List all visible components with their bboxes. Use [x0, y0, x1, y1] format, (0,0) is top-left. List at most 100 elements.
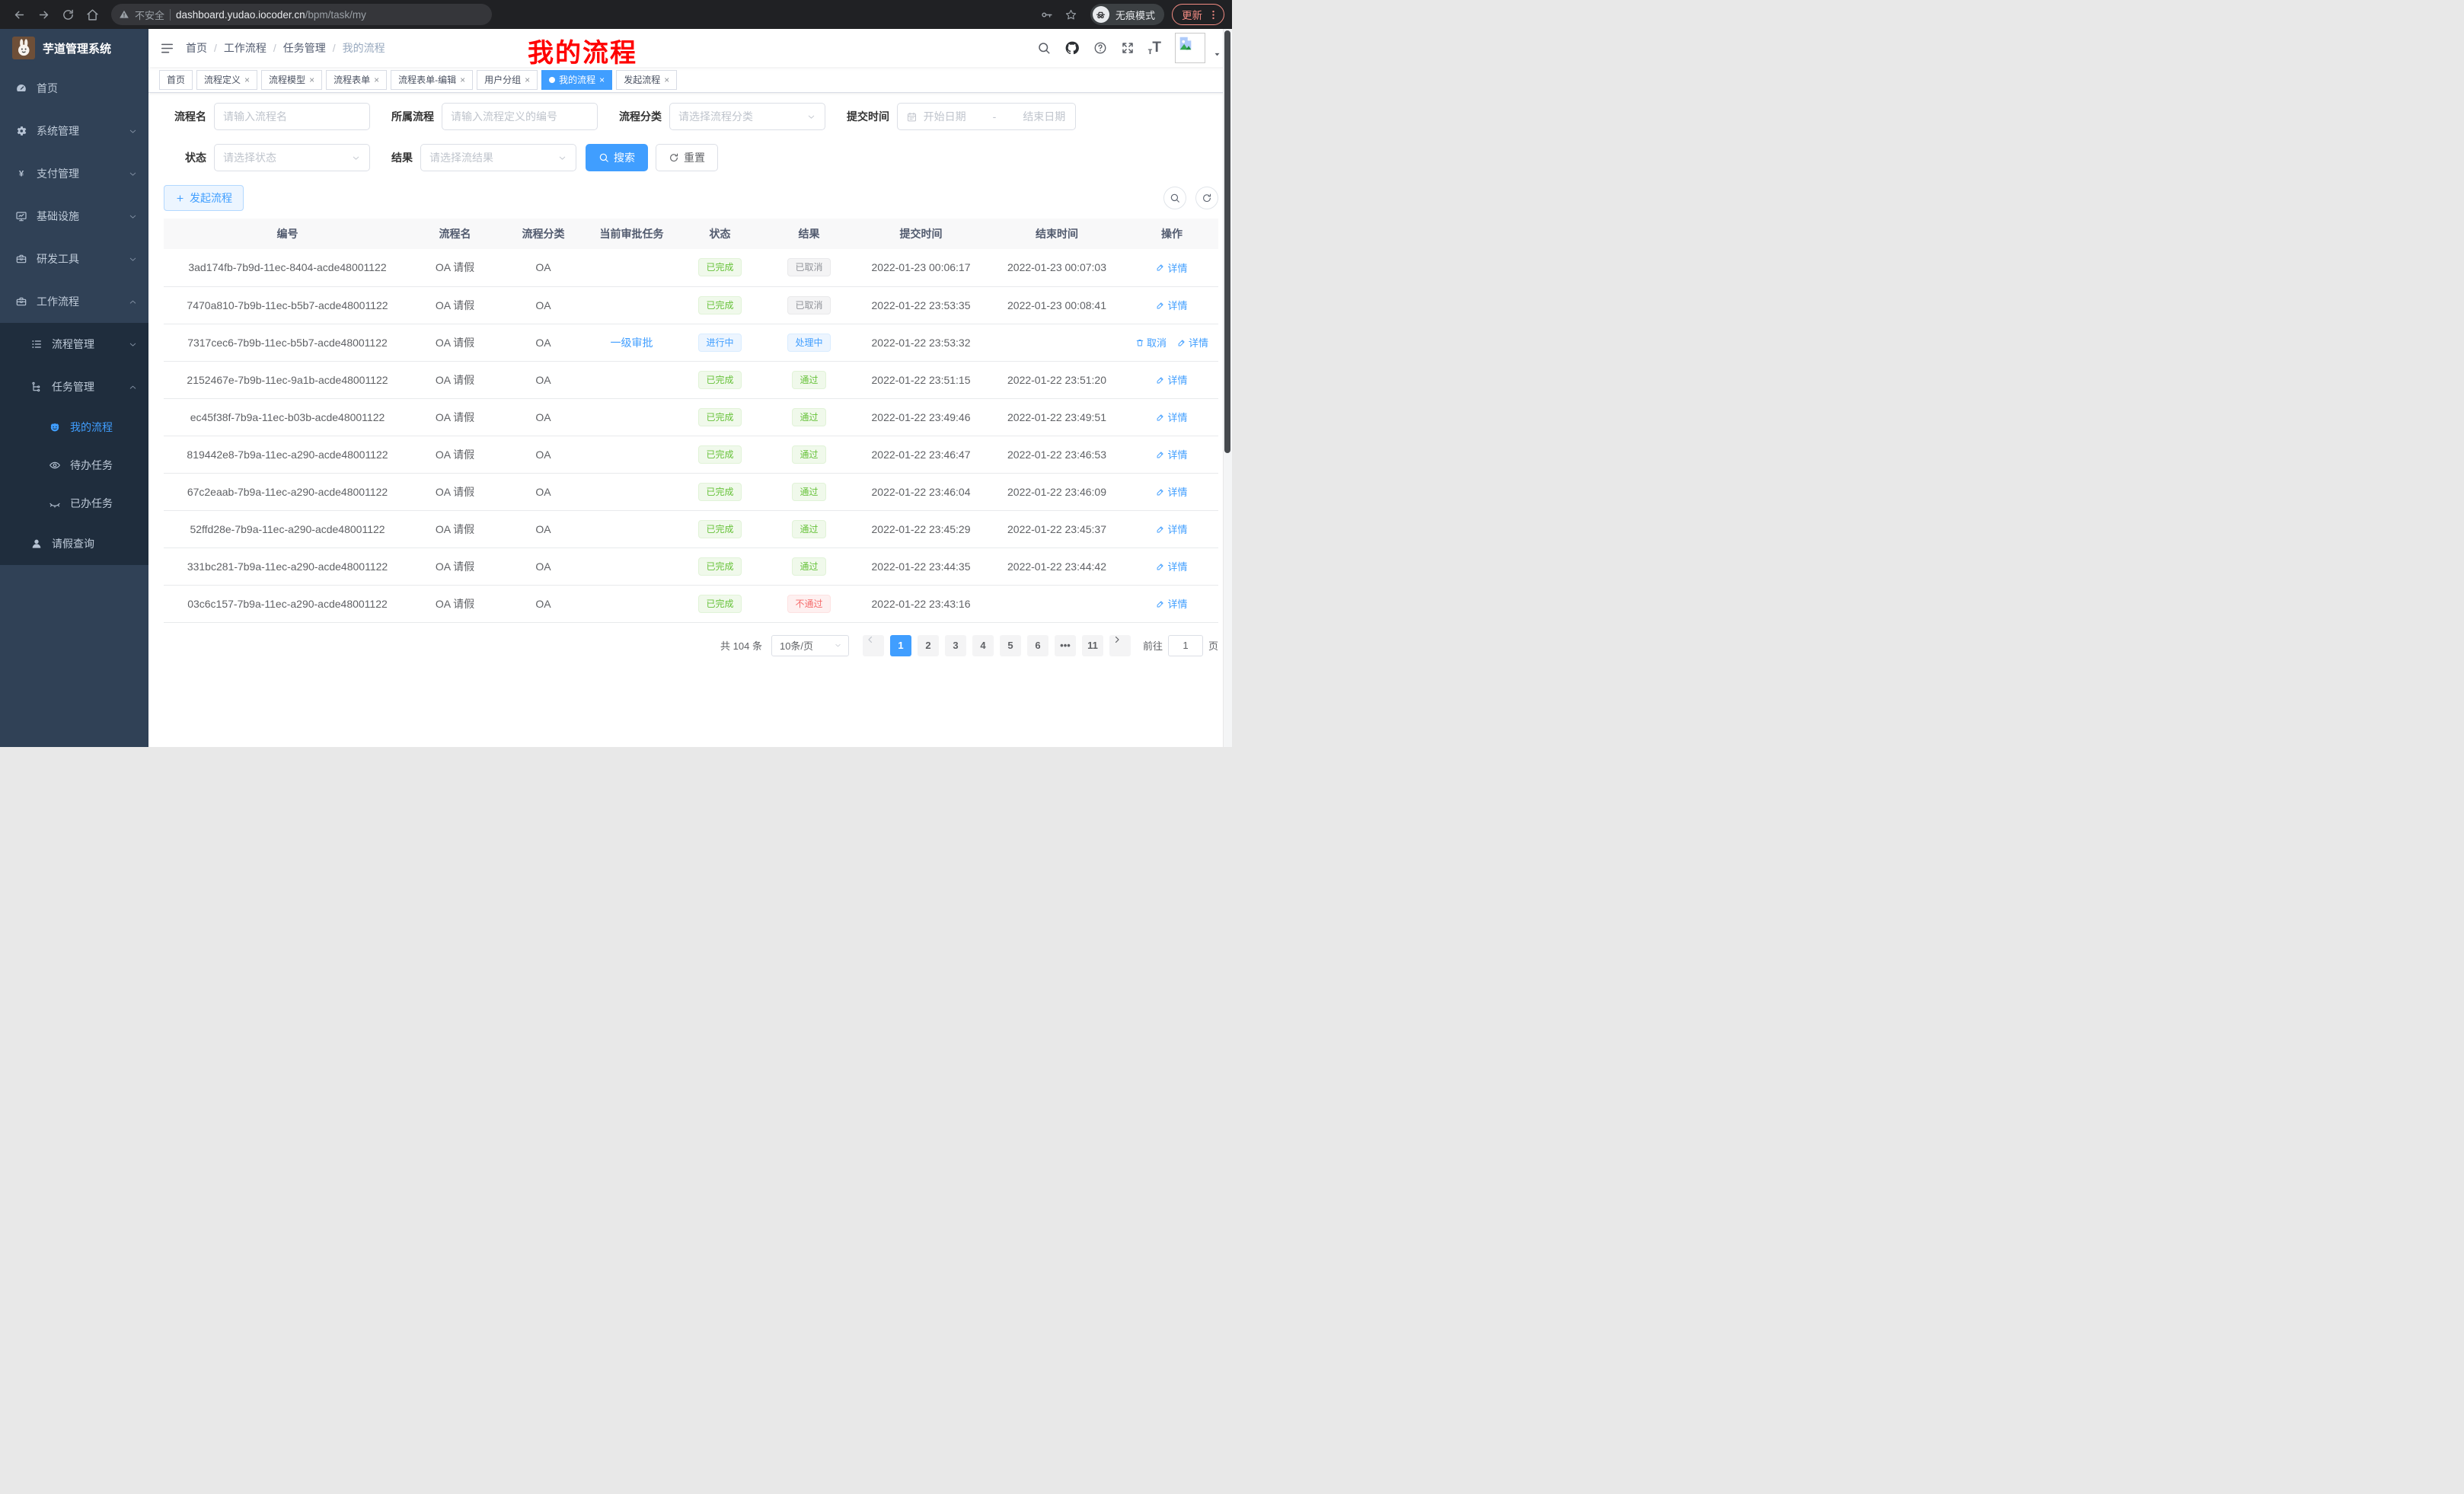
action-detail[interactable]: 详情	[1177, 335, 1208, 350]
date-range-picker[interactable]: 开始日期 - 结束日期	[897, 103, 1076, 130]
action-detail[interactable]: 详情	[1156, 410, 1187, 424]
search-button[interactable]: 搜索	[586, 144, 648, 171]
action-cancel[interactable]: 取消	[1135, 335, 1167, 350]
scrollbar-thumb[interactable]	[1224, 30, 1230, 453]
breadcrumb-separator: /	[273, 42, 276, 54]
action-detail[interactable]: 详情	[1156, 298, 1187, 312]
status-tag: 已完成	[698, 520, 741, 538]
page-button-2[interactable]: 2	[918, 635, 939, 656]
reset-button[interactable]: 重置	[656, 144, 718, 171]
tab-close-icon[interactable]: ×	[664, 75, 669, 85]
action-detail[interactable]: 详情	[1156, 447, 1187, 461]
tab-home[interactable]: 首页	[159, 70, 193, 90]
key-icon[interactable]	[1036, 3, 1058, 26]
tab-process-form[interactable]: 流程表单 ×	[326, 70, 387, 90]
sidebar-item-todo-tasks[interactable]: 待办任务	[0, 446, 148, 484]
tree-icon	[30, 381, 43, 393]
search-icon[interactable]	[1037, 41, 1051, 55]
page-size-select[interactable]: 10条/页	[771, 635, 849, 656]
tab-process-model[interactable]: 流程模型×	[261, 70, 322, 90]
browser-back-icon[interactable]	[8, 3, 30, 26]
page-button-5[interactable]: 5	[1000, 635, 1021, 656]
filter-row-1: 流程名 所属流程 流程分类 请选择流程分类	[164, 103, 1218, 130]
tab-close-icon[interactable]: ×	[374, 75, 379, 85]
sidebar: 芋道管理系统 首页系统管理¥支付管理基础设施研发工具工作流程流程管理任务管理我的…	[0, 29, 148, 747]
sidebar-item-process-mgmt[interactable]: 流程管理	[0, 323, 148, 366]
tab-close-icon[interactable]: ×	[599, 75, 605, 85]
address-bar[interactable]: 不安全 dashboard.yudao.iocoder.cn/bpm/task/…	[111, 4, 492, 25]
goto-page-input[interactable]	[1168, 635, 1203, 656]
page-button-1[interactable]: 1	[890, 635, 911, 656]
tab-process-form-edit[interactable]: 流程表单-编辑×	[391, 70, 473, 90]
fullscreen-icon[interactable]	[1121, 41, 1135, 55]
avatar[interactable]	[1175, 33, 1205, 63]
pager-prev-button[interactable]	[863, 635, 884, 656]
sidebar-item-infrastructure[interactable]: 基础设施	[0, 195, 148, 238]
category-select[interactable]: 请选择流程分类	[669, 103, 825, 130]
sidebar-item-workflow[interactable]: 工作流程	[0, 280, 148, 323]
result-select[interactable]: 请选择流结果	[420, 144, 576, 171]
create-process-button[interactable]: 发起流程	[164, 185, 244, 211]
action-detail[interactable]: 详情	[1156, 522, 1187, 536]
sidebar-item-payment[interactable]: ¥支付管理	[0, 152, 148, 195]
tab-label: 流程表单	[334, 73, 370, 86]
filter-label-submit-time: 提交时间	[847, 109, 889, 124]
browser-forward-icon[interactable]	[32, 3, 55, 26]
action-detail[interactable]: 详情	[1156, 372, 1187, 387]
pager-more-button[interactable]: •••	[1055, 635, 1076, 656]
browser-reload-icon[interactable]	[56, 3, 79, 26]
task-link[interactable]: 一级审批	[611, 337, 653, 349]
tab-process-definition[interactable]: 流程定义×	[196, 70, 257, 90]
tab-close-icon[interactable]: ×	[309, 75, 314, 85]
breadcrumb-item[interactable]: 任务管理	[283, 40, 326, 56]
update-button[interactable]: 更新	[1172, 4, 1224, 25]
sidebar-item-system[interactable]: 系统管理	[0, 110, 148, 152]
page-button-3[interactable]: 3	[945, 635, 966, 656]
breadcrumb-item[interactable]: 首页	[186, 40, 207, 56]
tab-close-icon[interactable]: ×	[525, 75, 530, 85]
bookmark-star-icon[interactable]	[1060, 3, 1083, 26]
tab-close-icon[interactable]: ×	[460, 75, 465, 85]
browser-home-icon[interactable]	[81, 3, 104, 26]
sidebar-item-done-tasks[interactable]: 已办任务	[0, 484, 148, 522]
action-detail[interactable]: 详情	[1156, 260, 1187, 275]
refresh-table-button[interactable]	[1195, 187, 1218, 209]
process-definition-input[interactable]	[442, 103, 598, 130]
toggle-search-button[interactable]	[1163, 187, 1186, 209]
tab-my-process[interactable]: 我的流程×	[541, 70, 612, 90]
sidebar-item-home[interactable]: 首页	[0, 67, 148, 110]
page-button-4[interactable]: 4	[972, 635, 994, 656]
cell-actions: 详情	[1125, 286, 1218, 324]
font-size-icon[interactable]: тT	[1148, 40, 1162, 56]
cell-result: 通过	[764, 436, 854, 473]
page-button-11[interactable]: 11	[1082, 635, 1103, 656]
tab-create-process[interactable]: 发起流程×	[616, 70, 677, 90]
github-icon[interactable]	[1064, 40, 1080, 56]
browser-menu-icon[interactable]	[1205, 3, 1221, 26]
sidebar-item-devtools[interactable]: 研发工具	[0, 238, 148, 280]
action-detail[interactable]: 详情	[1156, 559, 1187, 573]
help-icon[interactable]	[1093, 41, 1107, 55]
avatar-caret-icon[interactable]	[1213, 50, 1221, 59]
page-button-6[interactable]: 6	[1027, 635, 1048, 656]
sidebar-item-leave-query[interactable]: 请假查询	[0, 522, 148, 565]
hamburger-icon[interactable]	[148, 41, 186, 56]
sidebar-item-task-mgmt[interactable]: 任务管理	[0, 366, 148, 408]
status-select[interactable]: 请选择状态	[214, 144, 370, 171]
create-process-label: 发起流程	[190, 190, 232, 206]
tab-user-group[interactable]: 用户分组×	[477, 70, 538, 90]
action-detail[interactable]: 详情	[1156, 596, 1187, 611]
yen-icon: ¥	[15, 168, 27, 180]
breadcrumb-item[interactable]: 工作流程	[224, 40, 267, 56]
cell-id: 819442e8-7b9a-11ec-a290-acde48001122	[164, 436, 411, 473]
page-scrollbar[interactable]	[1223, 29, 1232, 747]
app-logo-image	[12, 37, 35, 59]
tab-close-icon[interactable]: ×	[244, 75, 250, 85]
pager-next-button[interactable]	[1109, 635, 1131, 656]
main-area: 首页/工作流程/任务管理/我的流程 тT 首页流程定义×流程模型×流程表单×流程…	[148, 29, 1232, 747]
action-detail[interactable]: 详情	[1156, 484, 1187, 499]
filter-label-process-name: 流程名	[164, 109, 206, 124]
sidebar-item-my-process[interactable]: 我的流程	[0, 408, 148, 446]
cell-actions: 详情	[1125, 547, 1218, 585]
process-name-input[interactable]	[214, 103, 370, 130]
